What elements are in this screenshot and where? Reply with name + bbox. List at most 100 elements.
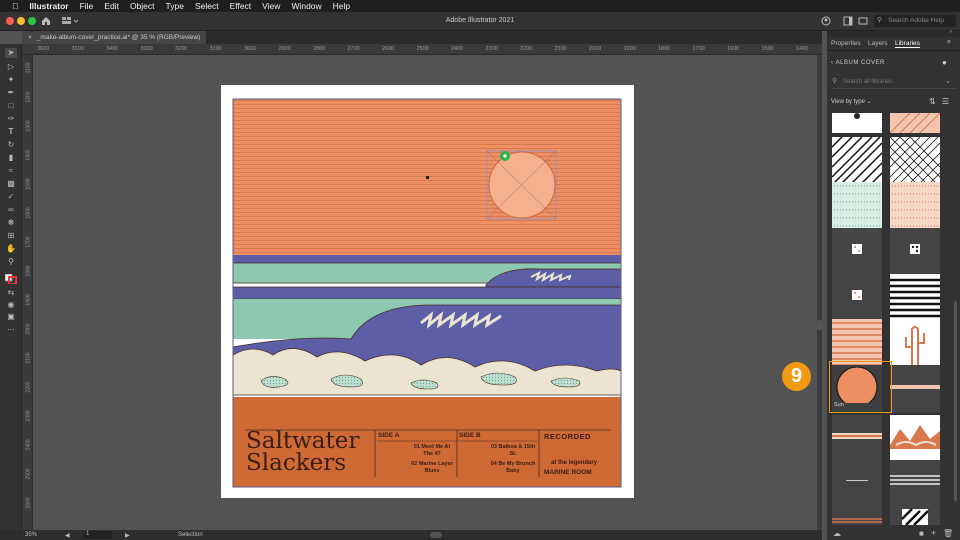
hand-tool-icon[interactable]: ✋: [5, 244, 17, 254]
draw-mode-icon[interactable]: ◉: [5, 300, 17, 310]
asset-tile-sand-line[interactable]: [832, 415, 882, 463]
horizontal-ruler[interactable]: 3600 3500 3400 3300 3200 3100 3000 2900 2800 2700…: [22, 44, 822, 55]
rectangle-tool-icon[interactable]: □: [5, 101, 17, 111]
tab-libraries[interactable]: Libraries: [895, 40, 920, 48]
menu-type[interactable]: Type: [166, 1, 184, 11]
asset-tile-wavy-stripes[interactable]: [890, 274, 940, 322]
eraser-tool-icon[interactable]: ▮: [5, 153, 17, 163]
warp-tool-icon[interactable]: ≈: [5, 166, 17, 176]
paintbrush-tool-icon[interactable]: ✑: [5, 114, 17, 124]
ruler-tick-label: 3100: [209, 46, 222, 52]
asset-tile-orange-dots[interactable]: [890, 182, 940, 230]
asset-tile-zebra-stripes[interactable]: [890, 505, 940, 525]
swap-color-icon[interactable]: ⇆: [5, 288, 17, 298]
tab-layers[interactable]: Layers: [868, 40, 888, 47]
asset-tile-orange-dice[interactable]: [832, 274, 882, 322]
sort-icon[interactable]: ⇅: [929, 97, 936, 106]
add-asset-icon[interactable]: +: [931, 528, 936, 538]
scrollbar-thumb[interactable]: [817, 320, 822, 330]
screen-mode-icon[interactable]: ▣: [5, 312, 17, 322]
library-back-button[interactable]: ‹ ALBUM COVER: [831, 60, 885, 66]
artboard-tool-icon[interactable]: ⊞: [5, 231, 17, 241]
search-help-input[interactable]: ⚲ Search Adobe Help: [874, 15, 956, 27]
menu-file[interactable]: File: [80, 1, 94, 11]
blend-tool-icon[interactable]: ∞: [5, 205, 17, 215]
side-a-label[interactable]: SIDE A: [378, 432, 399, 439]
asset-tile-green-dots[interactable]: [832, 182, 882, 230]
asset-tile-green-dice[interactable]: [832, 228, 882, 276]
recorded-text-line2[interactable]: MARINE ROOM: [544, 469, 592, 476]
menu-window[interactable]: Window: [291, 1, 321, 11]
artboard-prev-icon[interactable]: ◀: [65, 532, 70, 539]
selection-tool-icon[interactable]: ➤: [5, 48, 17, 58]
library-search-input[interactable]: ⚲ Search all libraries ⌄: [831, 75, 956, 89]
asset-tile-orange-stripes[interactable]: [832, 319, 882, 367]
canvas-vertical-scrollbar[interactable]: [817, 55, 822, 530]
fill-stroke-icon[interactable]: [4, 273, 17, 285]
menu-object[interactable]: Object: [130, 1, 155, 11]
library-folder-icon[interactable]: ■: [919, 529, 924, 538]
album-title-line1[interactable]: Saltwater: [246, 430, 359, 453]
collapse-panel-icon[interactable]: »: [949, 29, 952, 35]
rotate-tool-icon[interactable]: ↻: [5, 140, 17, 150]
asset-tile-horizon-line[interactable]: [890, 365, 940, 413]
eyedropper-tool-icon[interactable]: ✓: [5, 192, 17, 202]
more-tools-icon[interactable]: ⋯: [5, 325, 17, 335]
artboard-next-icon[interactable]: ▶: [125, 532, 130, 539]
horizontal-scroll-thumb[interactable]: [430, 532, 442, 538]
recorded-label[interactable]: RECORDED: [544, 432, 591, 441]
gradient-tool-icon[interactable]: ▩: [5, 179, 17, 189]
asset-tile-crosshatch-black[interactable]: [890, 137, 940, 185]
album-title-line2[interactable]: Slackers: [246, 452, 359, 475]
horizon-band-blue: [233, 255, 621, 263]
apple-icon[interactable]: : [12, 1, 18, 11]
chevron-down-icon[interactable]: ⌄: [945, 77, 951, 85]
direct-selection-tool-icon[interactable]: ▷: [5, 62, 17, 72]
vertical-ruler[interactable]: 1100 1200 1300 1400 1500 1600 1700 1800 1900 2000…: [22, 55, 33, 530]
pen-tool-icon[interactable]: ✒: [5, 88, 17, 98]
type-tool-icon[interactable]: T: [5, 127, 17, 137]
asset-tile-black-dice[interactable]: [890, 228, 940, 276]
asset-tile-pattern-dots-top[interactable]: [832, 113, 882, 133]
menu-help[interactable]: Help: [333, 1, 350, 11]
side-b-track-1[interactable]: 03 Balboa & 15th St.: [489, 444, 537, 457]
menu-view[interactable]: View: [262, 1, 280, 11]
cloud-icon[interactable]: ☁: [833, 529, 841, 538]
tab-properties[interactable]: Properties: [831, 40, 861, 47]
menu-edit[interactable]: Edit: [104, 1, 119, 11]
arrange-icon[interactable]: [858, 16, 868, 26]
side-a-track-1[interactable]: 01 Meet Me At The 47: [409, 444, 455, 457]
ruler-tick-label: 1700: [25, 236, 32, 248]
side-a-track-2[interactable]: 02 Marine Layer Blues: [409, 461, 455, 474]
panel-menu-icon[interactable]: ≡: [947, 39, 951, 46]
side-b-label[interactable]: SIDE B: [459, 432, 481, 439]
menu-select[interactable]: Select: [195, 1, 219, 11]
panel-scrollbar-thumb[interactable]: [954, 301, 957, 501]
trash-icon[interactable]: 🗑: [943, 529, 953, 538]
collaborators-icon[interactable]: ●: [942, 58, 947, 67]
view-by-dropdown[interactable]: View by type ⌄: [831, 98, 872, 105]
artboard[interactable]: Saltwater Slackers SIDE A 01 Meet Me At …: [221, 85, 634, 498]
zoom-tool-icon[interactable]: ⚲: [5, 257, 17, 267]
ruler-tick-label: 2400: [451, 46, 464, 52]
asset-tile-diagonal-black[interactable]: [832, 137, 882, 185]
menu-effect[interactable]: Effect: [230, 1, 252, 11]
recorded-text-line1[interactable]: at the legendary: [551, 460, 597, 466]
asset-tile-thin-line[interactable]: [832, 460, 882, 508]
magic-wand-icon[interactable]: ✦: [5, 75, 17, 85]
close-tab-icon[interactable]: ×: [28, 34, 32, 41]
artboard-number-field[interactable]: 1: [84, 531, 112, 539]
asset-tile-stripe-orange-top[interactable]: [890, 113, 940, 133]
document-tab[interactable]: × _make-album-cover_practice.ai* @ 35 % (…: [22, 31, 207, 44]
cloud-sync-icon[interactable]: [821, 16, 831, 26]
asset-tile-striped-bar[interactable]: [890, 460, 940, 508]
workspace-icon[interactable]: [843, 16, 853, 26]
asset-tile-orange-bars[interactable]: [832, 505, 882, 525]
menu-app-name[interactable]: Illustrator: [29, 1, 68, 11]
zoom-level-field[interactable]: 35%: [25, 532, 37, 538]
list-view-icon[interactable]: ☰: [942, 97, 949, 106]
side-b-track-2[interactable]: 04 Be My Brunch Baby: [489, 461, 537, 474]
asset-tile-cactus[interactable]: [890, 319, 940, 367]
asset-tile-mountains[interactable]: [890, 415, 940, 463]
symbol-sprayer-icon[interactable]: ❋: [5, 218, 17, 228]
